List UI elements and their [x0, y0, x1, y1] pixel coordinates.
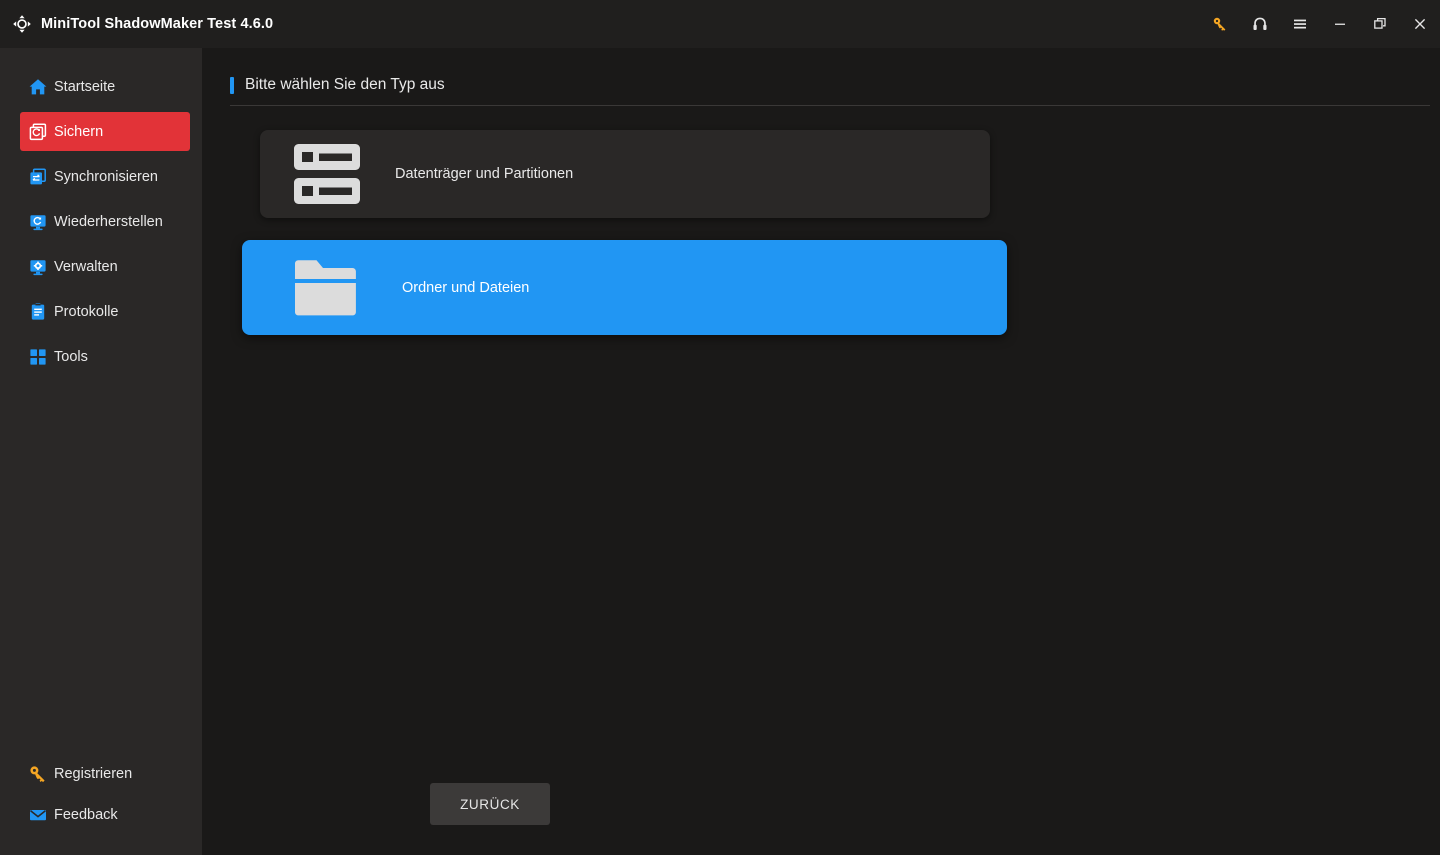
minimize-button[interactable]: [1320, 0, 1360, 48]
sidebar-item-synchronisieren[interactable]: Synchronisieren: [20, 157, 190, 196]
backup-icon: [28, 122, 48, 142]
hamburger-menu-icon[interactable]: [1280, 0, 1320, 48]
application-window: MiniTool ShadowMaker Test 4.6.0 Startsei…: [0, 0, 1440, 855]
folder-icon: [289, 253, 365, 323]
sidebar-item-label: Synchronisieren: [54, 168, 158, 185]
sidebar-item-startseite[interactable]: Startseite: [20, 67, 190, 106]
shadowmaker-arrows-logo-icon: [12, 14, 32, 34]
restore-button[interactable]: [1360, 0, 1400, 48]
sidebar-item-registrieren[interactable]: Registrieren: [20, 755, 190, 793]
sidebar-item-verwalten[interactable]: Verwalten: [20, 247, 190, 286]
sidebar: Startseite Sichern Synchronisieren Wiede…: [0, 48, 202, 855]
sidebar-item-label: Verwalten: [54, 258, 118, 275]
sidebar-item-protokolle[interactable]: Protokolle: [20, 292, 190, 331]
title-bar-left: MiniTool ShadowMaker Test 4.6.0: [0, 14, 273, 34]
sidebar-item-label: Wiederherstellen: [54, 213, 163, 230]
header-accent-bar: [230, 76, 234, 94]
sidebar-nav-list: Startseite Sichern Synchronisieren Wiede…: [0, 64, 202, 379]
close-button[interactable]: [1400, 0, 1440, 48]
tools-grid-icon: [28, 347, 48, 367]
sidebar-item-label: Tools: [54, 348, 88, 365]
window-body: Startseite Sichern Synchronisieren Wiede…: [0, 48, 1440, 855]
card-folders-and-files[interactable]: Ordner und Dateien: [242, 240, 1007, 335]
sidebar-item-wiederherstellen[interactable]: Wiederherstellen: [20, 202, 190, 241]
app-title: MiniTool ShadowMaker Test 4.6.0: [41, 16, 274, 32]
page-title: Bitte wählen Sie den Typ aus: [245, 76, 445, 93]
back-button[interactable]: ZURÜCK: [430, 783, 550, 825]
support-headphones-icon[interactable]: [1240, 0, 1280, 48]
title-bar: MiniTool ShadowMaker Test 4.6.0: [0, 0, 1440, 48]
card-label: Datenträger und Partitionen: [395, 166, 574, 182]
sidebar-item-label: Sichern: [54, 123, 104, 140]
sidebar-item-feedback[interactable]: Feedback: [20, 796, 190, 834]
title-bar-controls: [1200, 0, 1440, 48]
backup-type-cards: Datenträger und Partitionen Ordner und D…: [202, 106, 1440, 335]
manage-gear-monitor-icon: [28, 257, 48, 277]
card-disks-and-partitions[interactable]: Datenträger und Partitionen: [260, 130, 990, 218]
main-content: Bitte wählen Sie den Typ aus Datenträger…: [202, 48, 1440, 855]
sidebar-item-label: Registrieren: [54, 766, 133, 782]
sidebar-item-label: Startseite: [54, 78, 116, 95]
key-icon: [28, 764, 48, 784]
restore-monitor-icon: [28, 212, 48, 232]
sidebar-item-sichern[interactable]: Sichern: [20, 112, 190, 151]
card-label: Ordner und Dateien: [402, 279, 530, 296]
disk-partitions-icon: [289, 139, 365, 209]
envelope-icon: [28, 805, 48, 825]
logs-clipboard-icon: [28, 302, 48, 322]
sidebar-item-label: Feedback: [54, 807, 118, 823]
footer-actions: ZURÜCK: [202, 783, 1440, 855]
sync-icon: [28, 167, 48, 187]
home-icon: [28, 77, 48, 97]
sidebar-item-label: Protokolle: [54, 303, 119, 320]
register-key-icon[interactable]: [1200, 0, 1240, 48]
page-header: Bitte wählen Sie den Typ aus: [230, 76, 1430, 106]
sidebar-bottom-list: Registrieren Feedback: [0, 752, 202, 855]
sidebar-item-tools[interactable]: Tools: [20, 337, 190, 376]
